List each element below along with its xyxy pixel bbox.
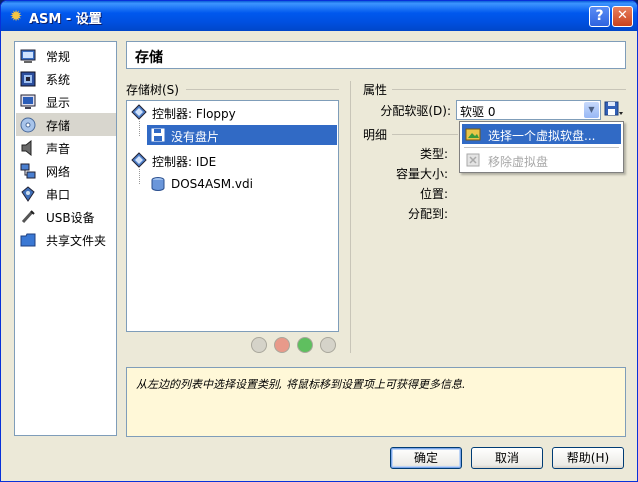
settings-category-list[interactable]: 常规 系统 显示 存储 声音 网络 串口 USB设备 共享文件夹 — [14, 41, 117, 436]
size-label: 容量大小: — [395, 167, 448, 181]
sidebar-item-system[interactable]: 系统 — [16, 67, 116, 90]
tree-item-label: DOS4ASM.vdi — [171, 177, 253, 191]
tree-connector — [139, 121, 140, 136]
tree-item-label: 控制器: IDE — [152, 155, 217, 169]
sidebar-item-audio[interactable]: 声音 — [16, 136, 116, 159]
sidebar-item-label: 显示 — [46, 96, 71, 110]
sidebar-item-display[interactable]: 显示 — [16, 90, 116, 113]
divider — [392, 89, 626, 90]
menu-separator — [464, 147, 619, 148]
sidebar-item-label: 共享文件夹 — [46, 234, 107, 248]
storage-tree-label: 存储树(S) — [126, 83, 179, 97]
tree-item-label: 控制器: Floppy — [152, 107, 236, 121]
usb-icon — [21, 210, 35, 224]
audio-icon — [21, 140, 32, 156]
window-title: ASM - 设置 — [29, 12, 102, 27]
sidebar-item-shared-folders[interactable]: 共享文件夹 — [16, 228, 116, 251]
network-icon — [20, 163, 36, 179]
sidebar-item-label: 声音 — [46, 142, 71, 156]
add-controller-icon[interactable] — [251, 337, 267, 353]
info-panel: 从左边的列表中选择设置类别, 将鼠标移到设置项上可获得更多信息. — [126, 367, 626, 437]
menu-item-choose-floppy[interactable]: 选择一个虚拟软盘... — [462, 124, 621, 144]
sidebar-item-serial-port[interactable]: 串口 — [16, 182, 116, 205]
remove-floppy-icon — [466, 153, 480, 167]
menu-item-label: 选择一个虚拟软盘... — [488, 129, 596, 143]
attributes-label: 属性 — [363, 83, 388, 97]
close-button[interactable]: ✕ — [612, 6, 633, 27]
page-title: 存储 — [135, 50, 163, 66]
system-icon — [20, 71, 36, 87]
sidebar-item-label: 网络 — [46, 165, 71, 179]
settings-dialog: ✹ ASM - 设置 ? ✕ 常规 系统 显示 存储 声音 网络 串口 USB设… — [0, 0, 638, 482]
sidebar-item-network[interactable]: 网络 — [16, 159, 116, 182]
tree-item-hard-disk[interactable]: DOS4ASM.vdi — [147, 174, 337, 194]
remove-controller-icon[interactable] — [274, 337, 290, 353]
sidebar-item-label: 存储 — [46, 119, 71, 133]
add-attachment-icon[interactable] — [297, 337, 313, 353]
divider — [350, 81, 351, 353]
storage-tree[interactable]: 控制器: Floppy 没有盘片 控制器: IDE DOS4ASM.vdi — [126, 100, 339, 332]
cancel-button[interactable]: 取消 — [471, 447, 543, 469]
sidebar-item-label: USB设备 — [46, 211, 95, 225]
hard-disk-icon — [151, 177, 165, 191]
floppy-drive-label: 分配软驱(D): — [380, 104, 451, 118]
serial-port-icon — [21, 186, 35, 202]
location-label: 位置: — [419, 187, 448, 201]
sidebar-item-label: 系统 — [46, 73, 71, 87]
gear-icon: ✹ — [9, 7, 23, 25]
details-label: 明细 — [363, 128, 388, 142]
type-label: 类型: — [419, 147, 448, 161]
floppy-drive-value: 软驱 0 — [460, 105, 496, 119]
floppy-controller-icon — [131, 104, 147, 120]
tree-item-label: 没有盘片 — [171, 130, 220, 144]
tree-item-ide-controller[interactable]: 控制器: IDE — [128, 150, 337, 170]
title-bar[interactable]: ✹ ASM - 设置 ? ✕ — [1, 1, 637, 31]
floppy-disk-icon — [151, 128, 165, 142]
remove-attachment-icon[interactable] — [320, 337, 336, 353]
shared-folder-icon — [20, 233, 36, 247]
info-text: 从左边的列表中选择设置类别, 将鼠标移到设置项上可获得更多信息. — [136, 378, 466, 391]
menu-item-label: 移除虚拟盘 — [488, 155, 549, 169]
divider — [392, 134, 458, 135]
tree-item-empty-floppy[interactable]: 没有盘片 — [147, 125, 337, 145]
menu-item-remove-floppy[interactable]: 移除虚拟盘 — [462, 150, 621, 170]
choose-floppy-icon — [465, 128, 481, 141]
general-icon — [20, 49, 36, 63]
tree-item-floppy-controller[interactable]: 控制器: Floppy — [128, 102, 337, 122]
ok-button[interactable]: 确定 — [390, 447, 462, 469]
floppy-drive-select[interactable]: 软驱 0 ▼ — [456, 100, 601, 120]
page-header: 存储 — [126, 41, 626, 69]
sidebar-item-storage[interactable]: 存储 — [16, 113, 116, 136]
sidebar-item-label: 常规 — [46, 50, 71, 64]
divider — [186, 89, 339, 90]
choose-disk-button[interactable] — [604, 101, 624, 119]
help-button[interactable]: 帮助(H) — [552, 447, 624, 469]
tree-connector — [139, 169, 140, 184]
storage-icon — [20, 117, 36, 133]
display-icon — [20, 94, 36, 109]
chevron-down-icon[interactable]: ▼ — [584, 102, 599, 118]
sidebar-item-label: 串口 — [46, 188, 71, 202]
floppy-choice-menu[interactable]: 选择一个虚拟软盘... 移除虚拟盘 — [459, 121, 624, 173]
sidebar-item-usb[interactable]: USB设备 — [16, 205, 116, 228]
help-title-button[interactable]: ? — [589, 6, 610, 27]
sidebar-item-general[interactable]: 常规 — [16, 44, 116, 67]
attached-to-label: 分配到: — [407, 207, 448, 221]
ide-controller-icon — [131, 152, 147, 168]
